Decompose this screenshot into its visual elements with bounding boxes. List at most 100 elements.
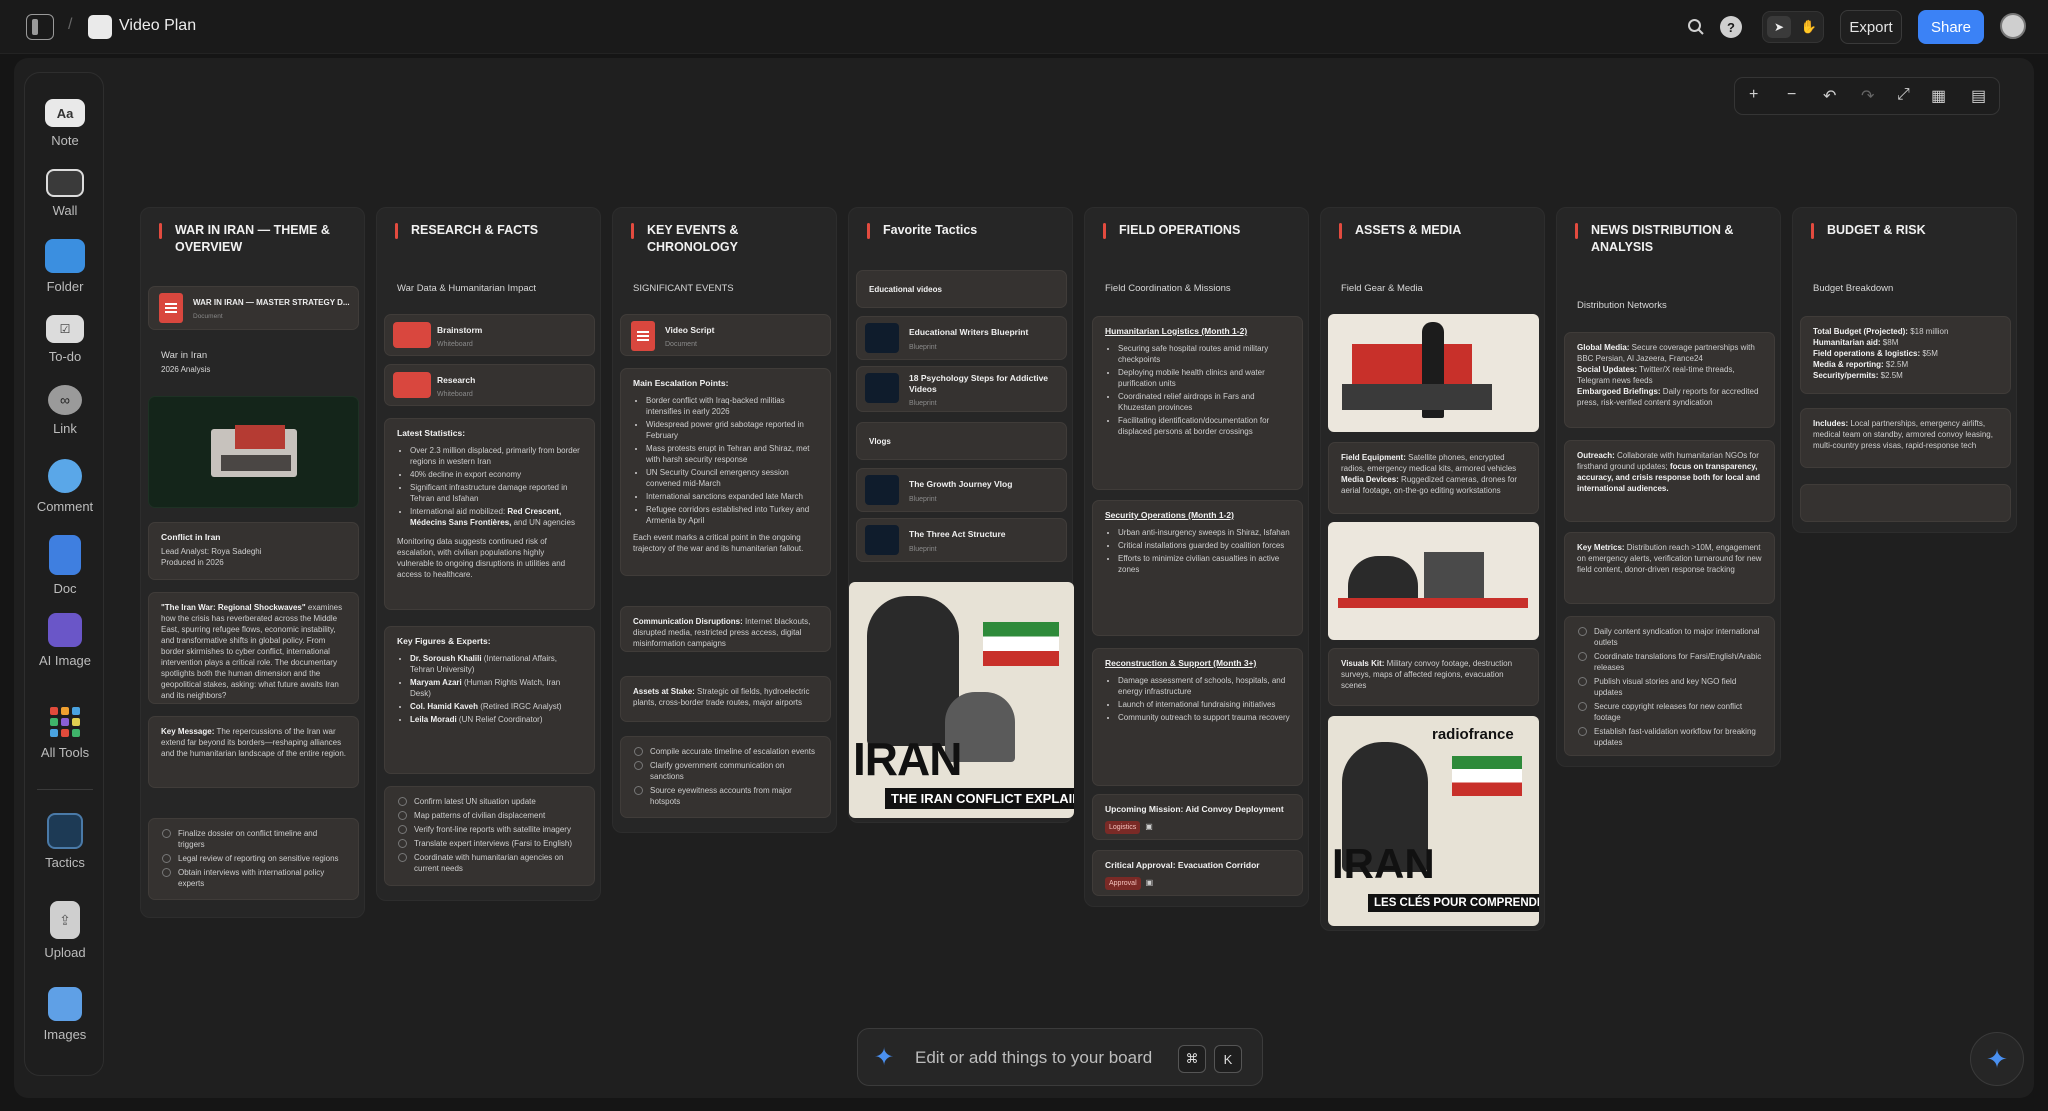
todo-list[interactable]: Daily content syndication to major inter… xyxy=(1564,616,1775,756)
whiteboard-brainstorm[interactable]: Brainstorm Whiteboard xyxy=(384,314,595,356)
tag-logistics[interactable]: Logistics xyxy=(1105,821,1141,834)
todo-item[interactable]: Obtain interviews with international pol… xyxy=(162,867,346,889)
image-war-scene[interactable] xyxy=(148,396,359,508)
whiteboard-research[interactable]: Research Whiteboard xyxy=(384,364,595,406)
column-budget-risk[interactable]: BUDGET & RISK Budget Breakdown Total Bud… xyxy=(1792,207,2017,533)
todo-item[interactable]: Source eyewitness accounts from major ho… xyxy=(634,785,818,807)
tool-all-tools[interactable]: All Tools xyxy=(25,705,105,760)
share-button[interactable]: Share xyxy=(1918,10,1984,44)
column-title[interactable]: WAR IN IRAN — THEME & OVERVIEW xyxy=(141,208,364,270)
column-title[interactable]: RESEARCH & FACTS xyxy=(377,208,600,270)
calendar-icon[interactable]: ▣ xyxy=(1146,878,1154,887)
tool-wall[interactable]: Wall xyxy=(25,169,105,218)
image-capitol-montage[interactable] xyxy=(1328,522,1539,640)
card-reconstruction-support[interactable]: Reconstruction & Support (Month 3+) Dama… xyxy=(1092,648,1303,786)
help-icon[interactable]: ? xyxy=(1720,16,1742,38)
tool-folder[interactable]: Folder xyxy=(25,239,105,294)
tool-comment[interactable]: Comment xyxy=(25,459,105,514)
column-title[interactable]: FIELD OPERATIONS xyxy=(1085,208,1308,270)
card-visuals-kit[interactable]: Visuals Kit: Military convoy footage, de… xyxy=(1328,648,1539,706)
column-title[interactable]: KEY EVENTS & CHRONOLOGY xyxy=(613,208,836,270)
doc-card-master-strategy[interactable]: WAR IN IRAN — MASTER STRATEGY D... Docum… xyxy=(148,286,359,330)
card-communication-disruptions[interactable]: Communication Disruptions: Internet blac… xyxy=(620,606,831,652)
tool-tactics[interactable]: Tactics xyxy=(25,813,105,870)
card-empty[interactable] xyxy=(1800,484,2011,522)
layout-grid-icon[interactable]: ▦ xyxy=(1931,86,1946,106)
todo-item[interactable]: Coordinate translations for Farsi/Englis… xyxy=(1578,651,1762,673)
card-latest-statistics[interactable]: Latest Statistics: Over 2.3 million disp… xyxy=(384,418,595,610)
column-theme-overview[interactable]: WAR IN IRAN — THEME & OVERVIEW WAR IN IR… xyxy=(140,207,365,918)
todo-item[interactable]: Map patterns of civilian displacement xyxy=(398,810,582,821)
poster-les-cles-pour-comprendre[interactable]: radiofrance IRAN LES CLÉS POUR COMPRENDR… xyxy=(1328,716,1539,926)
card-key-metrics[interactable]: Key Metrics: Distribution reach >10M, en… xyxy=(1564,532,1775,604)
pointer-icon[interactable]: ➤ xyxy=(1767,16,1791,38)
ai-assistant-button[interactable]: ✦ xyxy=(1970,1032,2024,1086)
card-global-media[interactable]: Global Media: Secure coverage partnershi… xyxy=(1564,332,1775,428)
card-key-message[interactable]: Key Message: The repercussions of the Ir… xyxy=(148,716,359,788)
zoom-out-icon[interactable]: − xyxy=(1787,86,1796,104)
column-favorite-tactics[interactable]: Favorite Tactics Educational videos Educ… xyxy=(848,207,1074,823)
blueprint-growth-journey[interactable]: The Growth Journey Vlog Blueprint xyxy=(856,468,1067,512)
doc-card-video-script[interactable]: Video Script Document xyxy=(620,314,831,356)
hand-icon[interactable]: ✋ xyxy=(1797,16,1821,38)
tag-approval[interactable]: Approval xyxy=(1105,877,1141,890)
card-conflict-info[interactable]: Conflict in Iran Lead Analyst: Roya Sade… xyxy=(148,522,359,580)
todo-list[interactable]: Confirm latest UN situation update Map p… xyxy=(384,786,595,886)
calendar-icon[interactable]: ▣ xyxy=(1145,822,1153,831)
todo-item[interactable]: Legal review of reporting on sensitive r… xyxy=(162,853,346,864)
todo-item[interactable]: Secure copyright releases for new confli… xyxy=(1578,701,1762,723)
prompt-placeholder[interactable]: Edit or add things to your board xyxy=(915,1048,1152,1068)
comments-icon[interactable]: ▤ xyxy=(1971,86,1986,106)
card-outreach[interactable]: Outreach: Collaborate with humanitarian … xyxy=(1564,440,1775,522)
todo-item[interactable]: Verify front-line reports with satellite… xyxy=(398,824,582,835)
export-button[interactable]: Export xyxy=(1840,10,1902,44)
tool-doc[interactable]: Doc xyxy=(25,535,105,596)
avatar[interactable] xyxy=(2000,13,2026,39)
card-budget-breakdown[interactable]: Total Budget (Projected): $18 million Hu… xyxy=(1800,316,2011,394)
column-news-distribution[interactable]: NEWS DISTRIBUTION & ANALYSIS Distributio… xyxy=(1556,207,1781,767)
poster-iran-conflict-explained[interactable]: IRAN THE IRAN CONFLICT EXPLAINED xyxy=(849,582,1074,818)
card-assets-at-stake[interactable]: Assets at Stake: Strategic oil fields, h… xyxy=(620,676,831,722)
ai-prompt-bar[interactable]: ✦ Edit or add things to your board ⌘ K xyxy=(857,1028,1263,1086)
card-upcoming-mission[interactable]: Upcoming Mission: Aid Convoy Deployment … xyxy=(1092,794,1303,840)
todo-item[interactable]: Clarify government communication on sanc… xyxy=(634,760,818,782)
tool-note[interactable]: Aa Note xyxy=(25,99,105,148)
fit-screen-icon[interactable]: ⤢ xyxy=(1897,86,1910,104)
image-leader-montage[interactable] xyxy=(1328,314,1539,432)
column-title[interactable]: ASSETS & MEDIA xyxy=(1321,208,1544,270)
column-research-facts[interactable]: RESEARCH & FACTS War Data & Humanitarian… xyxy=(376,207,601,901)
todo-item[interactable]: Publish visual stories and key NGO field… xyxy=(1578,676,1762,698)
zoom-in-icon[interactable]: + xyxy=(1749,86,1758,104)
card-escalation-points[interactable]: Main Escalation Points: Border conflict … xyxy=(620,368,831,576)
redo-icon[interactable]: ↷ xyxy=(1861,86,1874,106)
tool-images[interactable]: Images xyxy=(25,987,105,1042)
search-icon[interactable] xyxy=(1684,15,1708,39)
todo-item[interactable]: Coordinate with humanitarian agencies on… xyxy=(398,852,582,874)
blueprint-three-act[interactable]: The Three Act Structure Blueprint xyxy=(856,518,1067,562)
todo-item[interactable]: Establish fast-validation workflow for b… xyxy=(1578,726,1762,748)
column-title[interactable]: Favorite Tactics xyxy=(849,208,1072,270)
todo-list[interactable]: Compile accurate timeline of escalation … xyxy=(620,736,831,818)
undo-icon[interactable]: ↶ xyxy=(1823,86,1836,106)
card-includes[interactable]: Includes: Local partnerships, emergency … xyxy=(1800,408,2011,468)
card-field-equipment[interactable]: Field Equipment: Satellite phones, encry… xyxy=(1328,442,1539,514)
todo-item[interactable]: Daily content syndication to major inter… xyxy=(1578,626,1762,648)
group-educational-videos[interactable]: Educational videos xyxy=(856,270,1067,308)
card-security-operations[interactable]: Security Operations (Month 1-2) Urban an… xyxy=(1092,500,1303,636)
column-key-events[interactable]: KEY EVENTS & CHRONOLOGY SIGNIFICANT EVEN… xyxy=(612,207,837,833)
group-vlogs[interactable]: Vlogs xyxy=(856,422,1067,460)
blueprint-educational-writers[interactable]: Educational Writers Blueprint Blueprint xyxy=(856,316,1067,360)
tool-upload[interactable]: ⇪ Upload xyxy=(25,901,105,960)
column-assets-media[interactable]: ASSETS & MEDIA Field Gear & Media Field … xyxy=(1320,207,1545,931)
todo-item[interactable]: Finalize dossier on conflict timeline an… xyxy=(162,828,346,850)
tool-ai-image[interactable]: AI Image xyxy=(25,613,105,668)
card-humanitarian-logistics[interactable]: Humanitarian Logistics (Month 1-2) Secur… xyxy=(1092,316,1303,490)
blueprint-psychology-steps[interactable]: 18 Psychology Steps for Addictive Videos… xyxy=(856,366,1067,412)
column-field-operations[interactable]: FIELD OPERATIONS Field Coordination & Mi… xyxy=(1084,207,1309,907)
todo-item[interactable]: Compile accurate timeline of escalation … xyxy=(634,746,818,757)
tool-todo[interactable]: ☑ To-do xyxy=(25,315,105,364)
card-key-figures[interactable]: Key Figures & Experts: Dr. Soroush Khali… xyxy=(384,626,595,774)
card-critical-approval[interactable]: Critical Approval: Evacuation Corridor A… xyxy=(1092,850,1303,896)
todo-item[interactable]: Confirm latest UN situation update xyxy=(398,796,582,807)
todo-item[interactable]: Translate expert interviews (Farsi to En… xyxy=(398,838,582,849)
